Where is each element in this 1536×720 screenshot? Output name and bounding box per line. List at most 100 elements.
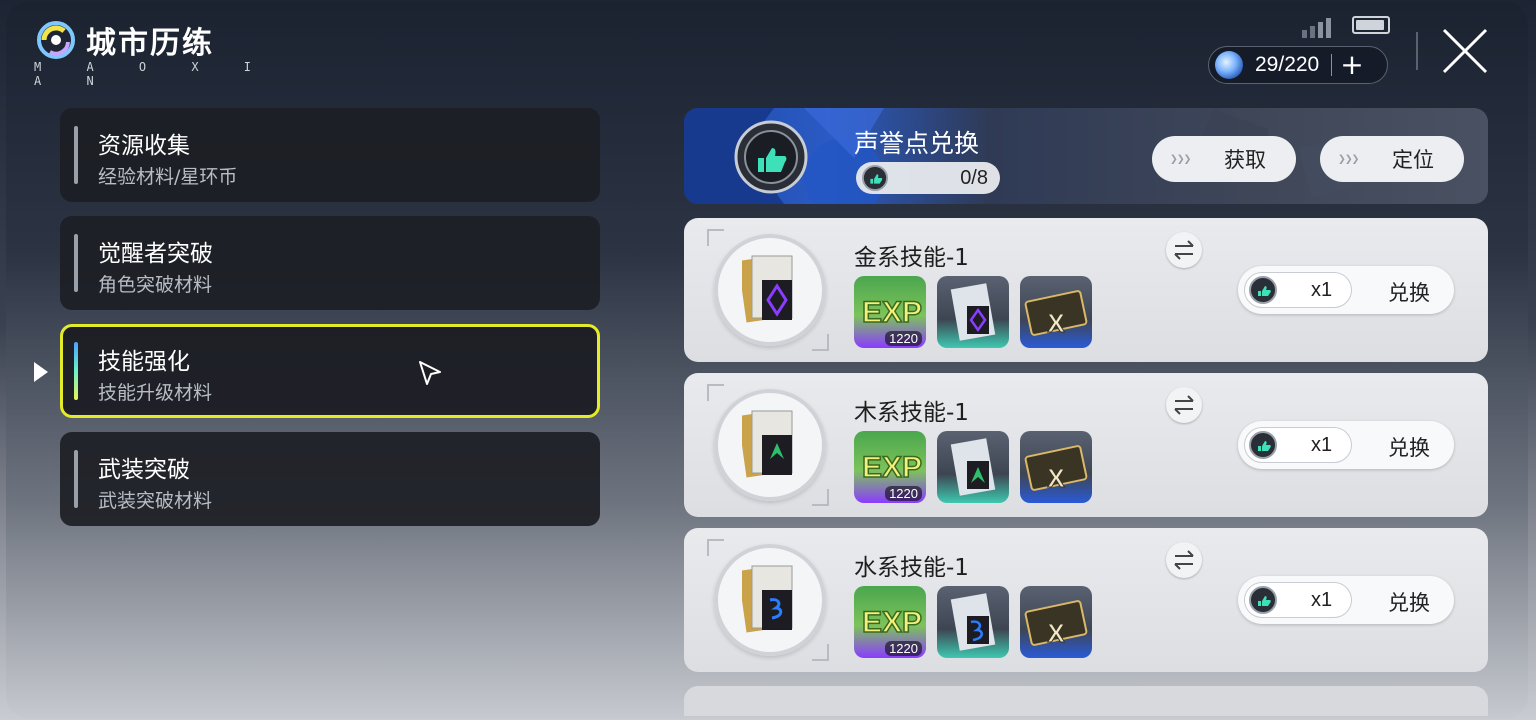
svg-text:X: X — [1047, 618, 1065, 648]
exchange-button[interactable]: x1 兑换 — [1238, 266, 1454, 314]
reputation-title: 声誉点兑换 — [854, 129, 980, 158]
skill-book-icon — [950, 283, 996, 341]
cost-quantity: x1 — [1311, 589, 1333, 611]
reputation-coin-icon — [862, 165, 888, 191]
skill-book-portrait — [714, 544, 826, 656]
game-logo: 城市历练 M A O X I A N — [32, 18, 292, 88]
exchange-label: 兑换 — [1388, 281, 1430, 305]
cost-pill: x1 — [1244, 427, 1352, 463]
locate-button[interactable]: ❯❯❯ 定位 — [1320, 136, 1464, 182]
reputation-coin-icon — [1249, 586, 1277, 614]
ticket-item[interactable]: X — [1020, 431, 1092, 503]
menu-item-title: 武装突破 — [98, 457, 190, 483]
ticket-item[interactable]: X — [1020, 276, 1092, 348]
menu-item-title: 技能强化 — [98, 349, 190, 375]
page-title: 城市历练 — [86, 26, 214, 61]
ticket-icon: X — [1024, 600, 1088, 649]
exp-item[interactable]: EXP 1220 — [854, 586, 926, 658]
reputation-value: 0/8 — [960, 166, 988, 189]
card-name: 水系技能-1 — [854, 555, 969, 581]
skill-book-icon — [742, 565, 793, 633]
svg-text:EXP: EXP — [862, 606, 922, 639]
game-window: 城市历练 M A O X I A N 29/220 + 资源收集 经验材料/星环… — [6, 2, 1528, 718]
menu-item-title: 觉醒者突破 — [98, 241, 213, 267]
item-count: 1220 — [885, 641, 922, 656]
exchange-label: 兑换 — [1388, 591, 1430, 615]
skill-book-item[interactable] — [937, 586, 1009, 658]
stamina-value: 29/220 — [1255, 53, 1320, 76]
ticket-icon: X — [1024, 290, 1088, 339]
menu-item-subtitle: 武装突破材料 — [98, 490, 213, 512]
skill-book-item[interactable] — [937, 276, 1009, 348]
menu-bar — [74, 126, 78, 184]
menu-bar — [74, 450, 78, 508]
reputation-coin-icon — [734, 120, 808, 194]
get-button[interactable]: ❯❯❯ 获取 — [1152, 136, 1296, 182]
page-subtitle: M A O X I A N — [34, 60, 271, 88]
selected-arrow-icon — [34, 362, 48, 382]
reputation-counter: 0/8 — [856, 162, 1000, 194]
skill-book-item[interactable] — [937, 431, 1009, 503]
svg-text:X: X — [1047, 463, 1065, 493]
menu-item-resource[interactable]: 资源收集 经验材料/星环币 — [60, 108, 600, 202]
swap-arrows-icon[interactable] — [1166, 542, 1202, 578]
exchange-card-next — [684, 686, 1488, 716]
stamina-orb-icon — [1215, 51, 1243, 79]
reward-items: EXP 1220 X — [854, 431, 1092, 503]
swap-arrows-icon[interactable] — [1166, 232, 1202, 268]
chevron-right-icon: ❯❯❯ — [1170, 151, 1192, 167]
chevron-right-icon: ❯❯❯ — [1338, 151, 1360, 167]
signal-icon — [1302, 18, 1331, 38]
pointer-cursor-icon — [419, 361, 441, 385]
skill-book-portrait — [714, 389, 826, 501]
skill-book-icon — [742, 255, 793, 323]
exchange-card-wood: 木系技能-1 EXP 1220 X x1 兑换 — [684, 373, 1488, 517]
exchange-button[interactable]: x1 兑换 — [1238, 421, 1454, 469]
add-stamina-button[interactable]: + — [1340, 51, 1363, 79]
city-logo-icon — [37, 21, 75, 59]
cost-quantity: x1 — [1311, 279, 1333, 301]
item-count: 1220 — [885, 331, 922, 346]
exp-item[interactable]: EXP 1220 — [854, 276, 926, 348]
menu-item-subtitle: 技能升级材料 — [98, 382, 213, 404]
menu-item-armament[interactable]: 武装突破 武装突破材料 — [60, 432, 600, 526]
skill-book-icon — [950, 438, 996, 496]
reputation-banner: 声誉点兑换 0/8 ❯❯❯ 获取 ❯❯❯ 定位 — [684, 108, 1488, 204]
reputation-coin-icon — [1249, 431, 1277, 459]
header-divider — [1416, 32, 1418, 70]
get-button-label: 获取 — [1224, 148, 1266, 172]
reward-items: EXP 1220 X — [854, 586, 1092, 658]
ticket-item[interactable]: X — [1020, 586, 1092, 658]
card-name: 金系技能-1 — [854, 245, 969, 271]
locate-button-label: 定位 — [1392, 148, 1434, 172]
reputation-coin-icon — [1249, 276, 1277, 304]
battery-icon — [1352, 16, 1390, 34]
skill-book-icon — [742, 410, 793, 478]
stamina-counter: 29/220 + — [1208, 46, 1388, 84]
card-name: 木系技能-1 — [854, 400, 969, 426]
exchange-label: 兑换 — [1388, 436, 1430, 460]
svg-text:EXP: EXP — [862, 451, 922, 484]
cost-pill: x1 — [1244, 582, 1352, 618]
svg-text:EXP: EXP — [862, 296, 922, 329]
divider — [1331, 54, 1333, 76]
menu-item-title: 资源收集 — [98, 133, 190, 159]
menu-item-awakener[interactable]: 觉醒者突破 角色突破材料 — [60, 216, 600, 310]
ticket-icon: X — [1024, 445, 1088, 494]
cost-pill: x1 — [1244, 272, 1352, 308]
reward-items: EXP 1220 X — [854, 276, 1092, 348]
exchange-button[interactable]: x1 兑换 — [1238, 576, 1454, 624]
exchange-card-water: 水系技能-1 EXP 1220 X x1 兑换 — [684, 528, 1488, 672]
skill-book-portrait — [714, 234, 826, 346]
menu-item-skill[interactable]: 技能强化 技能升级材料 — [60, 324, 600, 418]
cost-quantity: x1 — [1311, 434, 1333, 456]
close-icon[interactable] — [1438, 24, 1492, 78]
menu-item-subtitle: 角色突破材料 — [98, 274, 213, 296]
menu-bar — [74, 234, 78, 292]
exp-item[interactable]: EXP 1220 — [854, 431, 926, 503]
skill-book-icon — [950, 593, 996, 651]
item-count: 1220 — [885, 486, 922, 501]
menu-item-subtitle: 经验材料/星环币 — [98, 166, 238, 188]
exchange-card-gold: 金系技能-1 EXP 1220 X x1 兑换 — [684, 218, 1488, 362]
swap-arrows-icon[interactable] — [1166, 387, 1202, 423]
